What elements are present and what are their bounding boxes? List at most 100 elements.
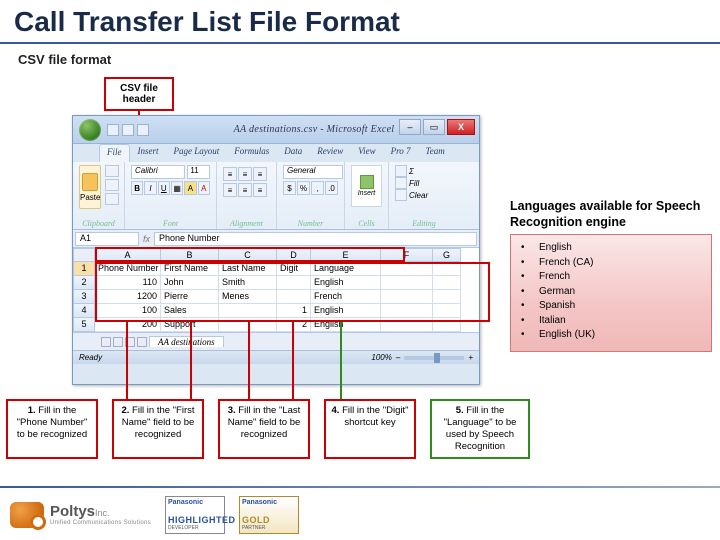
fx-icon[interactable]: fx [143, 234, 150, 244]
align-top-icon[interactable]: ≡ [223, 167, 237, 181]
cell[interactable]: French [311, 290, 381, 304]
cell[interactable] [381, 262, 433, 276]
cell[interactable] [433, 318, 461, 332]
copy-icon[interactable] [105, 179, 119, 191]
cell[interactable]: Last Name [219, 262, 277, 276]
sheet-nav-last-icon[interactable] [137, 337, 147, 347]
cut-icon[interactable] [105, 165, 119, 177]
cell[interactable]: Phone Number [95, 262, 161, 276]
cell[interactable]: Pierre [161, 290, 219, 304]
col-header-F[interactable]: F [381, 248, 433, 262]
ribbon-tab-file[interactable]: File [99, 144, 130, 162]
cell[interactable]: 1 [277, 304, 311, 318]
ribbon-tab-pro7[interactable]: Pro 7 [384, 144, 418, 162]
cell[interactable] [381, 318, 433, 332]
qat-redo-icon[interactable] [137, 124, 149, 136]
cell[interactable] [381, 290, 433, 304]
cell[interactable]: First Name [161, 262, 219, 276]
cell[interactable]: John [161, 276, 219, 290]
percent-icon[interactable]: % [297, 181, 310, 195]
cell[interactable] [433, 304, 461, 318]
cell[interactable] [433, 262, 461, 276]
ribbon-tab-formulas[interactable]: Formulas [227, 144, 276, 162]
insert-cells-button[interactable]: Insert [351, 165, 382, 207]
minimize-button[interactable]: – [399, 119, 421, 135]
font-color-button[interactable]: A [198, 181, 210, 195]
ribbon-tab-insert[interactable]: Insert [131, 144, 166, 162]
row-header-5[interactable]: 5 [73, 318, 95, 332]
italic-button[interactable]: I [144, 181, 156, 195]
clear-icon[interactable] [395, 189, 407, 201]
col-header-G[interactable]: G [433, 248, 461, 262]
cell[interactable]: 200 [95, 318, 161, 332]
autosum-icon[interactable] [395, 165, 407, 177]
qat-save-icon[interactable] [107, 124, 119, 136]
ribbon-tab-pagelayout[interactable]: Page Layout [167, 144, 227, 162]
cell[interactable]: Language [311, 262, 381, 276]
fill-icon[interactable] [395, 177, 407, 189]
col-header-C[interactable]: C [219, 248, 277, 262]
cell[interactable]: Smith [219, 276, 277, 290]
cell[interactable]: Menes [219, 290, 277, 304]
number-format-select[interactable]: General [283, 165, 343, 179]
cell[interactable] [381, 304, 433, 318]
cell[interactable] [381, 276, 433, 290]
cell[interactable]: 1200 [95, 290, 161, 304]
status-bar: Ready 100% –+ [73, 350, 479, 364]
font-name-select[interactable]: Calibri [131, 165, 185, 179]
col-header-E[interactable]: E [311, 248, 381, 262]
align-center-icon[interactable]: ≡ [238, 183, 252, 197]
paste-button[interactable]: Paste [79, 165, 101, 209]
cell[interactable]: 110 [95, 276, 161, 290]
qat-undo-icon[interactable] [122, 124, 134, 136]
close-button[interactable]: X [447, 119, 475, 135]
zoom-slider[interactable] [404, 356, 464, 360]
cell[interactable]: English [311, 276, 381, 290]
zoom-control[interactable]: 100% –+ [371, 353, 473, 362]
cell[interactable]: Sales [161, 304, 219, 318]
sheet-nav-prev-icon[interactable] [113, 337, 123, 347]
align-bot-icon[interactable]: ≡ [253, 167, 267, 181]
col-header-D[interactable]: D [277, 248, 311, 262]
ribbon-tab-view[interactable]: View [351, 144, 382, 162]
row-header-1[interactable]: 1 [73, 262, 95, 276]
cell[interactable] [219, 304, 277, 318]
col-header-A[interactable]: A [95, 248, 161, 262]
cell[interactable]: Digit [277, 262, 311, 276]
select-all-corner[interactable] [73, 248, 95, 262]
row-header-2[interactable]: 2 [73, 276, 95, 290]
fill-color-button[interactable]: A [184, 181, 196, 195]
cell[interactable]: English [311, 318, 381, 332]
align-right-icon[interactable]: ≡ [253, 183, 267, 197]
ribbon-tab-review[interactable]: Review [310, 144, 350, 162]
cell[interactable]: 100 [95, 304, 161, 318]
cell[interactable]: English [311, 304, 381, 318]
format-painter-icon[interactable] [105, 193, 119, 205]
border-button[interactable]: ▦ [171, 181, 183, 195]
row-header-3[interactable]: 3 [73, 290, 95, 304]
inc-dec-icon[interactable]: .0 [325, 181, 338, 195]
cell[interactable] [433, 290, 461, 304]
spreadsheet-grid[interactable]: A B C D E F G 1 Phone Number First Name … [73, 248, 479, 364]
formula-input[interactable]: Phone Number [154, 232, 477, 246]
cell[interactable] [277, 276, 311, 290]
row-header-4[interactable]: 4 [73, 304, 95, 318]
align-left-icon[interactable]: ≡ [223, 183, 237, 197]
comma-icon[interactable]: , [311, 181, 324, 195]
font-size-select[interactable]: 11 [187, 165, 210, 179]
bold-button[interactable]: B [131, 181, 143, 195]
underline-button[interactable]: U [158, 181, 170, 195]
cell[interactable]: 2 [277, 318, 311, 332]
office-orb-icon[interactable] [79, 119, 101, 141]
cell[interactable] [433, 276, 461, 290]
name-box[interactable]: A1 [75, 232, 139, 246]
maximize-button[interactable]: ▭ [423, 119, 445, 135]
currency-icon[interactable]: $ [283, 181, 296, 195]
sheet-tab[interactable]: AA destinations [149, 336, 224, 347]
ribbon-tab-team[interactable]: Team [419, 144, 452, 162]
col-header-B[interactable]: B [161, 248, 219, 262]
ribbon-tab-data[interactable]: Data [277, 144, 309, 162]
sheet-nav-first-icon[interactable] [101, 337, 111, 347]
cell[interactable] [277, 290, 311, 304]
align-mid-icon[interactable]: ≡ [238, 167, 252, 181]
